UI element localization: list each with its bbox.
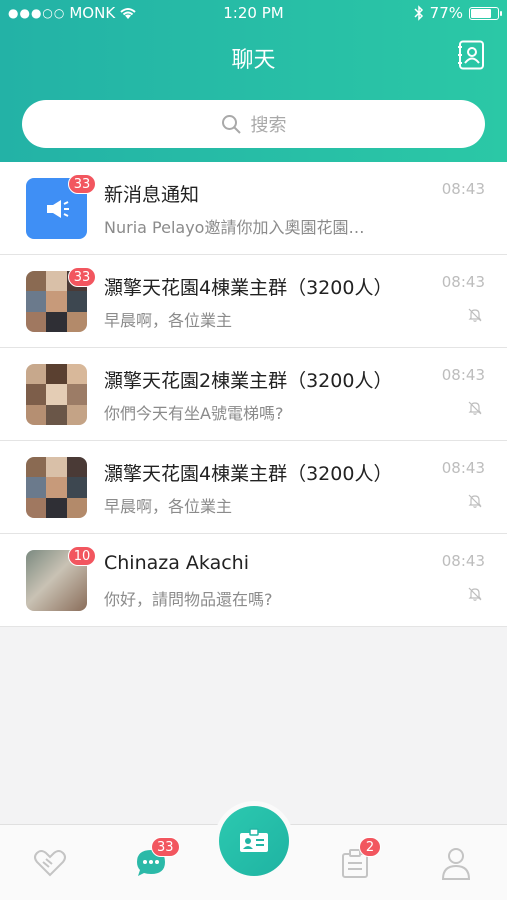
tab-tasks[interactable]: 2 bbox=[337, 837, 381, 881]
unread-badge: 33 bbox=[68, 267, 96, 287]
chat-name: 灝擎天花園2棟業主群（3200人） bbox=[104, 370, 393, 392]
chat-time: 08:43 bbox=[441, 273, 485, 291]
battery-fill bbox=[471, 8, 491, 18]
mute-bell-icon bbox=[468, 308, 482, 322]
chat-row[interactable]: 灝擎天花園4棟業主群（3200人） 早晨啊，各位業主 08:43 bbox=[0, 441, 507, 534]
chat-row[interactable]: 10 Chinaza Akachi 你好，請問物品還在嗎? 08:43 bbox=[0, 534, 507, 627]
chat-list: 33 新消息通知 Nuria Pelayo邀請你加入奧園花園… 08:43 33… bbox=[0, 162, 507, 627]
tab-badge: 33 bbox=[151, 837, 180, 857]
chat-row[interactable]: 灝擎天花園2棟業主群（3200人） 你們今天有坐A號電梯嗎? 08:43 bbox=[0, 348, 507, 441]
group-avatar bbox=[26, 364, 87, 425]
chat-time: 08:43 bbox=[441, 552, 485, 570]
chat-preview: 早晨啊，各位業主 bbox=[104, 497, 233, 516]
mute-bell-icon bbox=[468, 587, 482, 601]
chat-preview: 你們今天有坐A號電梯嗎? bbox=[104, 404, 284, 423]
chat-name: 灝擎天花園4棟業主群（3200人） bbox=[104, 277, 393, 299]
chat-time: 08:43 bbox=[441, 366, 485, 384]
search-icon bbox=[221, 115, 241, 134]
megaphone-icon bbox=[46, 199, 69, 218]
tab-profile[interactable] bbox=[438, 845, 474, 881]
tab-badge: 2 bbox=[359, 837, 381, 857]
center-action-button[interactable] bbox=[219, 806, 289, 876]
chat-name: Chinaza Akachi bbox=[104, 552, 250, 574]
header: ●●●○○ MONK 1:20 PM 77% 聊天 搜索 bbox=[0, 0, 507, 162]
chat-name: 新消息通知 bbox=[104, 184, 200, 206]
chat-time: 08:43 bbox=[441, 180, 485, 198]
chat-preview: 早晨啊，各位業主 bbox=[104, 311, 233, 330]
mute-bell-icon bbox=[468, 401, 482, 415]
id-card-icon bbox=[240, 828, 268, 852]
search-input[interactable]: 搜索 bbox=[22, 100, 485, 148]
search-placeholder: 搜索 bbox=[250, 115, 287, 136]
tab-services[interactable] bbox=[32, 845, 68, 881]
tab-chat[interactable]: 33 bbox=[133, 837, 180, 881]
group-avatar bbox=[26, 457, 87, 518]
bluetooth-icon bbox=[414, 5, 423, 21]
battery-icon bbox=[469, 6, 502, 20]
handshake-icon bbox=[34, 850, 66, 877]
contacts-book-icon bbox=[458, 40, 484, 70]
chat-preview: Nuria Pelayo邀請你加入奧園花園… bbox=[104, 218, 365, 237]
battery-percent: 77% bbox=[429, 4, 463, 22]
unread-badge: 10 bbox=[68, 546, 96, 566]
contacts-button[interactable] bbox=[457, 40, 485, 70]
status-bar: ●●●○○ MONK 1:20 PM 77% bbox=[0, 4, 507, 24]
person-icon bbox=[441, 848, 471, 880]
chat-row[interactable]: 33 灝擎天花園4棟業主群（3200人） 早晨啊，各位業主 08:43 bbox=[0, 255, 507, 348]
mute-bell-icon bbox=[468, 494, 482, 508]
chat-row[interactable]: 33 新消息通知 Nuria Pelayo邀請你加入奧園花園… 08:43 bbox=[0, 162, 507, 255]
chat-time: 08:43 bbox=[441, 459, 485, 477]
chat-name: 灝擎天花園4棟業主群（3200人） bbox=[104, 463, 393, 485]
chat-preview: 你好，請問物品還在嗎? bbox=[104, 590, 273, 609]
page-title: 聊天 bbox=[231, 48, 276, 73]
unread-badge: 33 bbox=[68, 174, 96, 194]
